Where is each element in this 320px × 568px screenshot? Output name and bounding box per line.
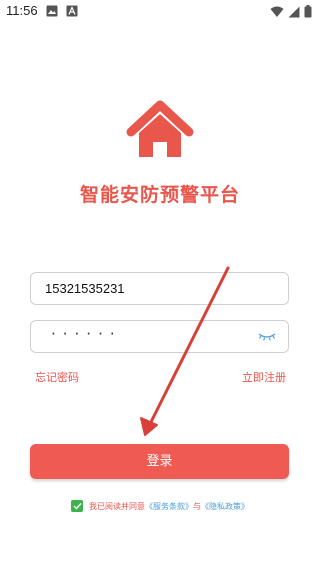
status-bar: 11:56 [0,0,320,24]
agreement-checkbox[interactable] [71,500,83,512]
status-time: 11:56 [6,3,38,18]
agreement-prefix: 我已阅读并同意 [89,501,145,511]
signal-icon [288,6,300,17]
agreement-row: 我已阅读并同意 《服务条款》 与 《隐私政策》 [0,500,320,512]
login-button[interactable]: 登录 [30,444,289,479]
privacy-link[interactable]: 《隐私政策》 [201,501,249,512]
eye-closed-icon[interactable] [258,331,276,343]
status-left-icons [46,5,78,17]
image-icon [46,5,58,17]
house-icon [126,100,194,157]
password-input[interactable]: ······ [30,320,289,353]
phone-input[interactable]: 15321535231 [30,272,289,305]
forgot-password-link[interactable]: 忘记密码 [35,369,79,385]
register-link[interactable]: 立即注册 [242,369,286,385]
wifi-icon [270,6,284,17]
status-right-icons [270,5,312,18]
agreement-connector: 与 [193,501,201,511]
password-input-value: ······ [51,325,122,343]
app-title: 智能安防预警平台 [79,184,240,206]
phone-input-value: 15321535231 [45,281,125,296]
battery-icon [304,5,312,18]
terms-link[interactable]: 《服务条款》 [145,501,193,512]
font-icon [66,5,78,17]
login-screen: 11:56 智能安防预警平台 15321535231 ······ 忘记密码 立… [0,0,320,568]
checkmark-icon [72,502,82,510]
